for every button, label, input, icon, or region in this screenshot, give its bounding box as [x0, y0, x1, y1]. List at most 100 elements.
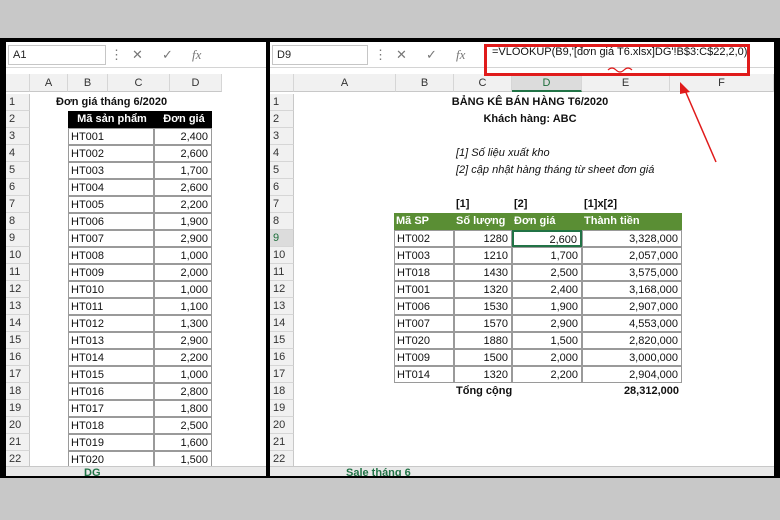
sale-qty-cell[interactable]: 1530: [454, 298, 512, 315]
sale-price-cell[interactable]: 2,200: [512, 366, 582, 383]
row-header-14[interactable]: 14: [6, 315, 30, 332]
row-header-20[interactable]: 20: [6, 417, 30, 434]
sale-qty-cell[interactable]: 1280: [454, 230, 512, 247]
row-header-7[interactable]: 7: [6, 196, 30, 213]
row-header-19[interactable]: 19: [6, 400, 30, 417]
product-code-cell[interactable]: HT006: [68, 213, 154, 230]
select-all-corner[interactable]: [6, 74, 30, 92]
sheet-tab-dg[interactable]: DG: [84, 467, 101, 476]
product-code-cell[interactable]: HT016: [68, 383, 154, 400]
sale-qty-cell[interactable]: 1430: [454, 264, 512, 281]
sale-code-cell[interactable]: HT002: [394, 230, 454, 247]
unit-price-cell[interactable]: 2,900: [154, 332, 212, 349]
column-header-D[interactable]: D: [170, 74, 222, 92]
sale-qty-cell[interactable]: 1880: [454, 332, 512, 349]
product-code-cell[interactable]: HT005: [68, 196, 154, 213]
product-code-cell[interactable]: HT003: [68, 162, 154, 179]
unit-price-cell[interactable]: 1,300: [154, 315, 212, 332]
row-header-4[interactable]: 4: [6, 145, 30, 162]
row-header-17[interactable]: 17: [270, 366, 294, 383]
unit-price-cell[interactable]: 1,000: [154, 281, 212, 298]
column-header-B[interactable]: B: [396, 74, 454, 92]
row-header-4[interactable]: 4: [270, 145, 294, 162]
name-box[interactable]: A1: [8, 45, 106, 65]
product-code-cell[interactable]: HT014: [68, 349, 154, 366]
sale-amount-cell[interactable]: 4,553,000: [582, 315, 682, 332]
unit-price-cell[interactable]: 1,600: [154, 434, 212, 451]
sale-amount-cell[interactable]: 3,000,000: [582, 349, 682, 366]
left-sheet-grid[interactable]: A B C D 1 2 3 4 5 6 7 8 9 10 11 12 13 14 15 16 17 18 19 20 21 22 Đ…: [6, 74, 266, 476]
sale-price-cell[interactable]: 2,400: [512, 281, 582, 298]
unit-price-cell[interactable]: 2,900: [154, 230, 212, 247]
unit-price-cell[interactable]: 2,200: [154, 196, 212, 213]
row-header-18[interactable]: 18: [6, 383, 30, 400]
row-header-12[interactable]: 12: [270, 281, 294, 298]
product-code-cell[interactable]: HT012: [68, 315, 154, 332]
sale-amount-cell[interactable]: 2,907,000: [582, 298, 682, 315]
column-header-C[interactable]: C: [108, 74, 170, 92]
row-header-16[interactable]: 16: [6, 349, 30, 366]
name-box[interactable]: D9: [272, 45, 368, 65]
sale-price-cell[interactable]: 2,900: [512, 315, 582, 332]
row-header-10[interactable]: 10: [6, 247, 30, 264]
product-code-cell[interactable]: HT011: [68, 298, 154, 315]
unit-price-cell[interactable]: 1,700: [154, 162, 212, 179]
row-header-8[interactable]: 8: [270, 213, 294, 230]
fx-icon[interactable]: fx: [456, 47, 465, 63]
sale-amount-cell[interactable]: 3,575,000: [582, 264, 682, 281]
row-header-13[interactable]: 13: [6, 298, 30, 315]
fx-icon[interactable]: fx: [192, 47, 201, 63]
product-code-cell[interactable]: HT017: [68, 400, 154, 417]
sale-price-cell[interactable]: 1,700: [512, 247, 582, 264]
column-header-E[interactable]: E: [582, 74, 670, 92]
column-header-C[interactable]: C: [454, 74, 512, 92]
sale-price-cell[interactable]: 2,500: [512, 264, 582, 281]
unit-price-cell[interactable]: 1,000: [154, 247, 212, 264]
unit-price-cell[interactable]: 1,000: [154, 366, 212, 383]
sale-qty-cell[interactable]: 1320: [454, 281, 512, 298]
cancel-icon[interactable]: ✕: [132, 47, 143, 63]
row-header-12[interactable]: 12: [6, 281, 30, 298]
select-all-corner[interactable]: [270, 74, 294, 92]
sale-qty-cell[interactable]: 1500: [454, 349, 512, 366]
sale-qty-cell[interactable]: 1210: [454, 247, 512, 264]
unit-price-cell[interactable]: 2,200: [154, 349, 212, 366]
sale-code-cell[interactable]: HT003: [394, 247, 454, 264]
row-header-19[interactable]: 19: [270, 400, 294, 417]
unit-price-cell[interactable]: 1,800: [154, 400, 212, 417]
product-code-cell[interactable]: HT010: [68, 281, 154, 298]
row-header-18[interactable]: 18: [270, 383, 294, 400]
row-header-2[interactable]: 2: [270, 111, 294, 128]
row-header-15[interactable]: 15: [6, 332, 30, 349]
cancel-icon[interactable]: ✕: [396, 47, 407, 63]
product-code-cell[interactable]: HT009: [68, 264, 154, 281]
unit-price-cell[interactable]: 2,400: [154, 128, 212, 145]
sale-code-cell[interactable]: HT014: [394, 366, 454, 383]
row-header-14[interactable]: 14: [270, 315, 294, 332]
sale-qty-cell[interactable]: 1570: [454, 315, 512, 332]
product-code-cell[interactable]: HT001: [68, 128, 154, 145]
row-header-8[interactable]: 8: [6, 213, 30, 230]
row-header-17[interactable]: 17: [6, 366, 30, 383]
product-code-cell[interactable]: HT004: [68, 179, 154, 196]
sale-code-cell[interactable]: HT018: [394, 264, 454, 281]
row-header-10[interactable]: 10: [270, 247, 294, 264]
product-code-cell[interactable]: HT013: [68, 332, 154, 349]
sale-code-cell[interactable]: HT009: [394, 349, 454, 366]
product-code-cell[interactable]: HT007: [68, 230, 154, 247]
row-header-9[interactable]: 9: [270, 230, 294, 247]
row-header-3[interactable]: 3: [6, 128, 30, 145]
row-header-6[interactable]: 6: [6, 179, 30, 196]
row-header-15[interactable]: 15: [270, 332, 294, 349]
sale-amount-cell[interactable]: 2,057,000: [582, 247, 682, 264]
row-header-11[interactable]: 11: [270, 264, 294, 281]
row-header-5[interactable]: 5: [270, 162, 294, 179]
row-header-2[interactable]: 2: [6, 111, 30, 128]
unit-price-cell[interactable]: 2,600: [154, 179, 212, 196]
sale-price-cell[interactable]: 2,000: [512, 349, 582, 366]
row-header-9[interactable]: 9: [6, 230, 30, 247]
sale-qty-cell[interactable]: 1320: [454, 366, 512, 383]
sale-code-cell[interactable]: HT006: [394, 298, 454, 315]
unit-price-cell[interactable]: 2,000: [154, 264, 212, 281]
row-header-7[interactable]: 7: [270, 196, 294, 213]
